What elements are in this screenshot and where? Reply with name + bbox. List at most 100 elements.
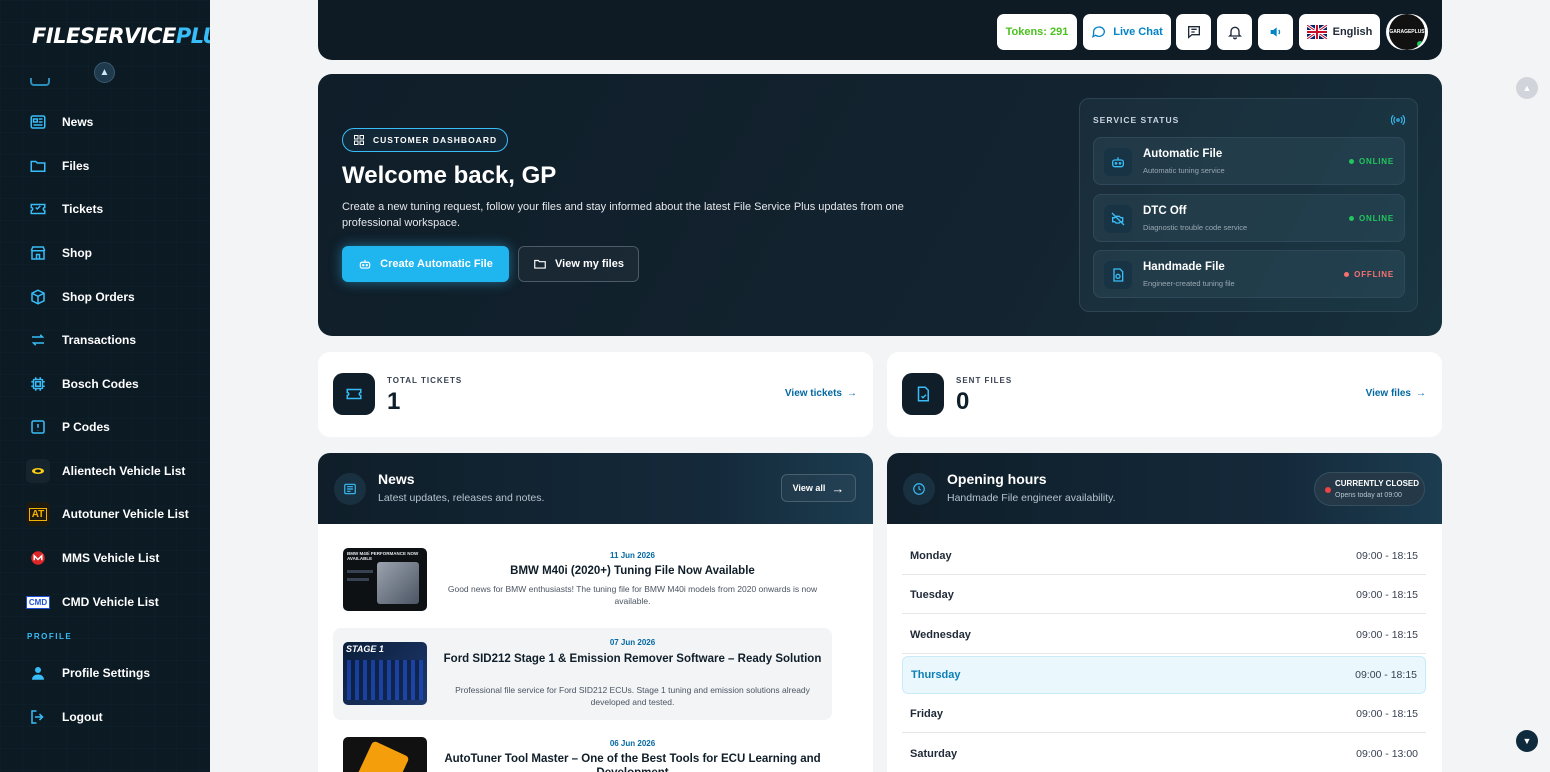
alert-square-icon [26, 415, 50, 439]
opening-hours-panel: Opening hours Handmade File engineer ava… [887, 453, 1442, 772]
hero-banner: CUSTOMER DASHBOARD Welcome back, GP Crea… [318, 74, 1442, 336]
file-upload-icon [902, 373, 944, 415]
total-tickets-value: 1 [387, 388, 401, 415]
hours-row: Wednesday 09:00 - 18:15 [902, 616, 1426, 654]
news-item[interactable]: 06 Jun 2026 AutoTuner Tool Master – One … [333, 731, 832, 772]
sidebar: FILESERVICEPLUS ▲ News Files Tickets Sho… [0, 0, 210, 772]
sidebar-item-shop[interactable]: Shop [26, 239, 92, 267]
sidebar-item-transactions[interactable]: Transactions [26, 326, 136, 354]
news-item[interactable]: BMW M40i PERFORMANCE NOW AVAILABLE 11 Ju… [333, 540, 832, 616]
sidebar-item-mms-vehicle-list[interactable]: MMS Vehicle List [26, 544, 159, 572]
news-title: Ford SID212 Stage 1 & Emission Remover S… [443, 653, 822, 665]
chevron-down-icon: ▼ [1522, 736, 1532, 746]
scrolled-nav-item [30, 78, 50, 86]
service-status-row: DTC Off Diagnostic trouble code service … [1093, 194, 1405, 242]
newspaper-icon [334, 473, 366, 505]
view-all-news-button[interactable]: View all → [781, 474, 856, 502]
chip-icon [26, 372, 50, 396]
notifications-button[interactable] [1217, 14, 1252, 50]
sidebar-item-cmd-vehicle-list[interactable]: CMD CMD Vehicle List [25, 588, 159, 616]
hours-row: Friday 09:00 - 18:15 [902, 695, 1426, 733]
status-badge: OFFLINE [1344, 270, 1394, 279]
hours-row-today: Thursday 09:00 - 18:15 [902, 656, 1426, 694]
chevron-up-icon: ▲ [1522, 83, 1532, 93]
service-status-row: Handmade File Engineer-created tuning fi… [1093, 250, 1405, 298]
sidebar-item-alientech-vehicle-list[interactable]: Alientech Vehicle List [26, 457, 185, 485]
chevron-up-icon: ▲ [99, 67, 110, 78]
news-thumbnail: BMW M40i PERFORMANCE NOW AVAILABLE [343, 548, 427, 611]
bell-icon [1227, 26, 1242, 40]
language-selector[interactable]: English [1299, 14, 1380, 50]
sidebar-item-bosch-codes[interactable]: Bosch Codes [26, 370, 139, 398]
uk-flag-icon [1306, 25, 1327, 39]
sidebar-item-profile-settings[interactable]: Profile Settings [26, 659, 150, 687]
tokens-badge[interactable]: Tokens: 291 [997, 14, 1077, 50]
online-indicator [1416, 40, 1424, 48]
speaker-icon [1270, 27, 1280, 37]
announcements-button[interactable] [1258, 14, 1293, 50]
engine-icon [1104, 205, 1132, 233]
top-bar: Tokens: 291 Live Chat English GARAGEPLUS [318, 0, 1442, 60]
sent-files-card: SENT FILES 0 View files → [887, 352, 1442, 437]
arrows-exchange-icon [26, 328, 50, 352]
news-item[interactable]: STAGE 1 07 Jun 2026 Ford SID212 Stage 1 … [333, 628, 832, 720]
sidebar-item-files[interactable]: Files [26, 152, 89, 180]
messages-button[interactable] [1176, 14, 1211, 50]
arrow-right-icon: → [1416, 388, 1426, 399]
service-status-row: Automatic File Automatic tuning service … [1093, 137, 1405, 185]
news-thumbnail: STAGE 1 [343, 642, 427, 705]
collapse-toggle-button[interactable]: ▲ [94, 62, 115, 83]
customer-dashboard-badge: CUSTOMER DASHBOARD [342, 128, 509, 152]
newspaper-icon [26, 110, 50, 134]
arrow-right-icon: → [831, 480, 845, 496]
welcome-subtitle: Create a new tuning request, follow your… [342, 201, 904, 229]
user-avatar-button[interactable]: GARAGEPLUS [1386, 14, 1428, 50]
hours-row: Tuesday 09:00 - 18:15 [902, 576, 1426, 614]
sidebar-item-p-codes[interactable]: P Codes [26, 413, 110, 441]
chat-bubble-icon [1092, 26, 1106, 38]
dashboard-grid-icon [354, 135, 364, 145]
news-title: AutoTuner Tool Master – One of the Best … [444, 753, 821, 772]
broadcast-icon [1391, 114, 1405, 126]
package-icon [26, 285, 50, 309]
service-status-panel: SERVICE STATUS Automatic File Automatic … [1079, 98, 1418, 312]
user-icon [26, 661, 50, 685]
live-chat-button[interactable]: Live Chat [1083, 14, 1171, 50]
hours-row: Monday 09:00 - 18:15 [902, 537, 1426, 575]
hours-row: Saturday 09:00 - 13:00 [910, 748, 1418, 760]
avatar: GARAGEPLUS [1389, 14, 1425, 50]
view-files-link[interactable]: View files → [1366, 388, 1426, 399]
sidebar-item-shop-orders[interactable]: Shop Orders [26, 283, 135, 311]
robot-icon [1104, 148, 1132, 176]
message-icon [1187, 26, 1200, 39]
opening-hours-header: Opening hours Handmade File engineer ava… [887, 453, 1442, 524]
closed-indicator [1325, 487, 1331, 493]
news-panel: News Latest updates, releases and notes.… [318, 453, 873, 772]
profile-section-label: PROFILE [27, 632, 73, 641]
sidebar-item-autotuner-vehicle-list[interactable]: AT Autotuner Vehicle List [26, 500, 189, 528]
scroll-down-button[interactable]: ▼ [1516, 730, 1538, 752]
create-automatic-file-button[interactable]: Create Automatic File [342, 246, 509, 282]
folder-icon [534, 259, 546, 269]
news-title: BMW M40i (2020+) Tuning File Now Availab… [510, 565, 755, 577]
sidebar-item-tickets[interactable]: Tickets [26, 195, 103, 223]
status-badge: ONLINE [1348, 157, 1394, 166]
scroll-up-button[interactable]: ▲ [1516, 77, 1538, 99]
view-tickets-link[interactable]: View tickets → [785, 388, 857, 399]
news-thumbnail [343, 737, 427, 772]
file-cog-icon [1104, 261, 1132, 289]
service-status-title: SERVICE STATUS [1093, 115, 1180, 125]
autotuner-logo-icon: AT [26, 502, 50, 526]
welcome-heading: Welcome back, GP [342, 162, 557, 189]
sent-files-value: 0 [956, 388, 970, 415]
sidebar-item-logout[interactable]: Logout [26, 703, 103, 731]
clock-icon [903, 473, 935, 505]
status-badge: CURRENTLY CLOSED Opens today at 09:00 [1314, 472, 1425, 506]
view-my-files-button[interactable]: View my files [518, 246, 639, 282]
store-icon [26, 241, 50, 265]
sidebar-item-news[interactable]: News [26, 108, 93, 136]
logout-icon [26, 705, 50, 729]
mms-logo-icon [26, 546, 50, 570]
news-panel-header: News Latest updates, releases and notes.… [318, 453, 873, 524]
brand-logo[interactable]: FILESERVICEPLUS [32, 24, 210, 48]
